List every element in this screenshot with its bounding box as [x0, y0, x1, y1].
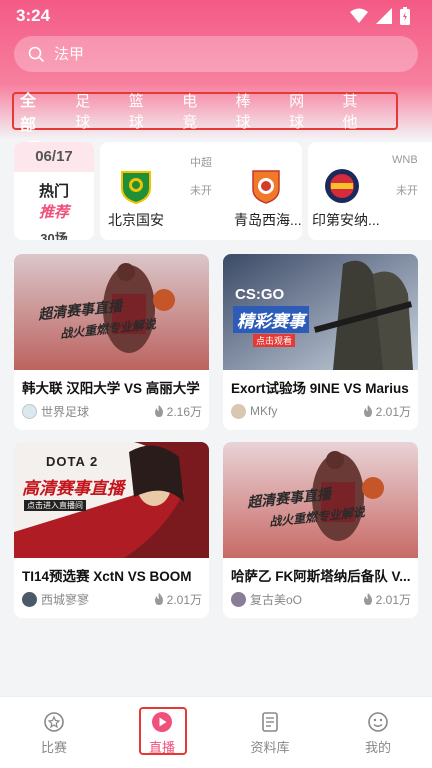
- search-input[interactable]: [54, 45, 384, 63]
- dota2-logo-text: DOTA 2: [46, 454, 99, 469]
- live-stream-card[interactable]: DOTA 2 高清赛事直播 点击进入直播间 TI14预选赛 XctN VS BO…: [14, 442, 209, 618]
- avatar: [231, 403, 246, 419]
- match-status: 未开: [190, 185, 212, 197]
- signal-icon: [376, 8, 392, 24]
- nav-label: 我的: [364, 739, 391, 755]
- indiana-fever-logo-icon: [325, 169, 359, 203]
- bottom-nav: 比赛 直播 资料库 我的: [0, 696, 432, 768]
- tab-tennis[interactable]: 网球: [289, 90, 316, 132]
- match-status: 未开: [396, 185, 418, 197]
- fire-icon: [363, 405, 372, 417]
- database-icon: [262, 711, 278, 732]
- recommend-label: 推荐: [38, 204, 69, 221]
- home-team-name: 印第安纳...: [312, 212, 380, 228]
- stream-title: Exort试验场 9INE VS Marius: [231, 381, 409, 396]
- tab-all[interactable]: 全部: [20, 87, 49, 144]
- search-icon: [28, 46, 44, 62]
- thumbnail-subcaption: 点击观看: [253, 334, 296, 347]
- match-count: 30场: [40, 231, 68, 240]
- fire-icon: [363, 593, 372, 605]
- thumbnail-caption: 精彩赛事: [233, 306, 309, 333]
- view-count: 2.01万: [166, 592, 202, 607]
- thumbnail-caption: 高清赛事直播: [22, 479, 124, 498]
- stream-title: 哈萨乙 FK阿斯塔纳后备队 V...: [231, 569, 411, 584]
- tab-football[interactable]: 足球: [75, 90, 102, 132]
- category-tabs: 全部 足球 篮球 电竞 棒球 网球 其他: [12, 90, 398, 144]
- view-count: 2.16万: [166, 404, 202, 419]
- match-card[interactable]: 中超 未开 北京国安 青岛西海...: [100, 142, 302, 240]
- match-card[interactable]: WNB 未开 印第安纳...: [308, 142, 432, 240]
- stream-title: 韩大联 汉阳大学 VS 高丽大学: [22, 381, 200, 396]
- search-bar[interactable]: [14, 36, 418, 72]
- avatar: [22, 403, 37, 419]
- fire-icon: [154, 405, 163, 417]
- highlight-box: [139, 707, 187, 755]
- live-stream-card[interactable]: 超清赛事直播 战火重燃专业解说 韩大联 汉阳大学 VS 高丽大学 世界足球 2.…: [14, 254, 209, 430]
- tab-baseball[interactable]: 棒球: [236, 90, 263, 132]
- profile-face-icon: [368, 711, 388, 732]
- tab-esports[interactable]: 电竞: [182, 90, 209, 132]
- nav-matches[interactable]: 比赛: [0, 697, 108, 768]
- thumbnail-subcaption: 点击进入直播间: [24, 500, 86, 511]
- home-team-name: 北京国安: [108, 212, 164, 228]
- stream-title: TI14预选赛 XctN VS BOOM: [22, 569, 192, 584]
- nav-label: 比赛: [40, 739, 67, 755]
- view-count: 2.01万: [375, 592, 411, 607]
- hot-label: 热门: [38, 183, 69, 200]
- date-label: 06/17: [14, 142, 94, 172]
- author-name: MKfy: [250, 404, 278, 418]
- league-label: WNB: [392, 154, 418, 166]
- stream-thumbnail: DOTA 2 高清赛事直播 点击进入直播间: [14, 442, 209, 558]
- avatar: [231, 591, 246, 607]
- author-name: 西城寥寥: [41, 592, 90, 607]
- hot-recommend-card[interactable]: 06/17 热门 推荐 30场: [14, 142, 94, 240]
- fire-icon: [154, 593, 163, 605]
- nav-live[interactable]: 直播: [108, 697, 216, 768]
- battery-icon: [400, 7, 410, 25]
- stream-thumbnail: CS:GO 精彩赛事 点击观看: [223, 254, 418, 370]
- stream-thumbnail: 超清赛事直播 战火重燃专业解说: [223, 442, 418, 558]
- csgo-logo-text: CS:GO: [235, 286, 285, 303]
- tab-other[interactable]: 其他: [343, 90, 370, 132]
- away-team-name: 青岛西海...: [234, 212, 302, 228]
- avatar: [22, 591, 37, 607]
- stream-thumbnail: 超清赛事直播 战火重燃专业解说: [14, 254, 209, 370]
- tab-basketball[interactable]: 篮球: [129, 90, 156, 132]
- wifi-icon: [350, 8, 368, 23]
- beijing-guoan-logo-icon: [121, 171, 151, 204]
- match-icon: [44, 711, 64, 732]
- status-bar: 3:24: [0, 0, 432, 32]
- nav-profile[interactable]: 我的: [324, 697, 432, 768]
- nav-database[interactable]: 资料库: [216, 697, 324, 768]
- live-stream-card[interactable]: 超清赛事直播 战火重燃专业解说 哈萨乙 FK阿斯塔纳后备队 V... 复古美oO…: [223, 442, 418, 618]
- view-count: 2.01万: [375, 404, 411, 419]
- qingdao-west-coast-logo-icon: [252, 170, 280, 204]
- live-stream-card[interactable]: CS:GO 精彩赛事 点击观看 Exort试验场 9INE VS Marius …: [223, 254, 418, 430]
- status-time: 3:24: [16, 6, 51, 25]
- nav-label: 资料库: [250, 739, 290, 755]
- author-name: 复古美oO: [250, 592, 303, 607]
- author-name: 世界足球: [41, 404, 90, 419]
- league-label: 中超: [190, 157, 212, 169]
